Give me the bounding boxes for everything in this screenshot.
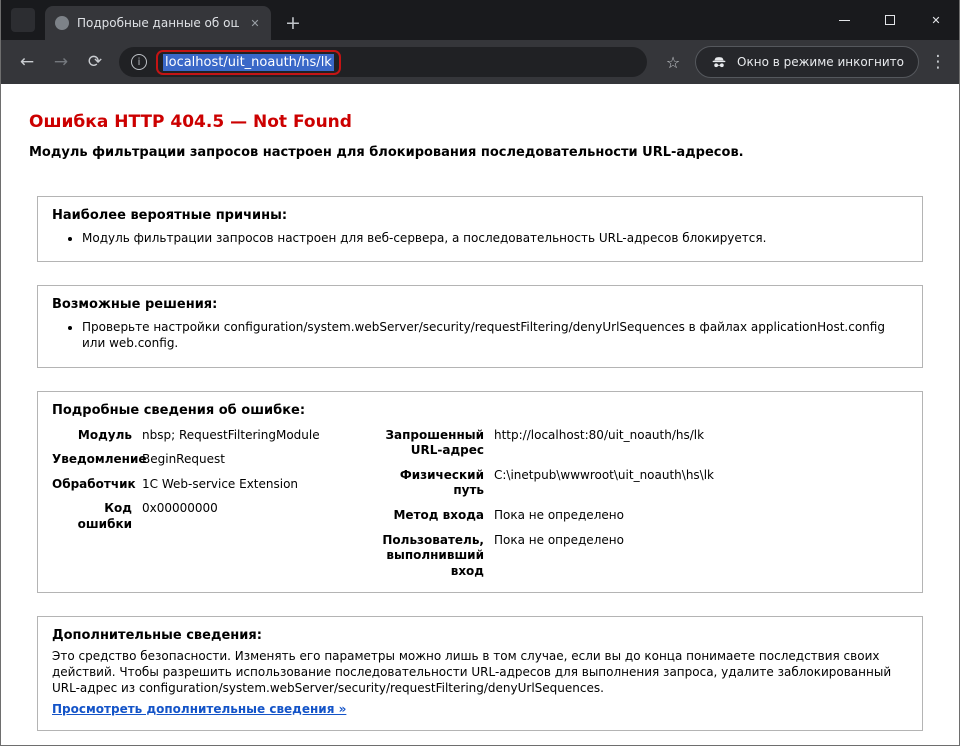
more-info-link[interactable]: Просмотреть дополнительные сведения »: [52, 702, 346, 716]
browser-tab-active[interactable]: Подробные данные об ошиб ✕: [45, 6, 271, 40]
annotation-red-box: localhost/uit_noauth/hs/lk: [156, 50, 341, 75]
detail-value: nbsp; RequestFilteringModule: [142, 428, 352, 444]
solutions-heading: Возможные решения:: [52, 297, 908, 312]
section-error-details: Подробные сведения об ошибке: Модуль nbs…: [37, 391, 923, 594]
detail-value: Пока не определено: [494, 508, 908, 524]
incognito-badge: Окно в режиме инкогнито: [695, 46, 919, 78]
detail-value: http://localhost:80/uit_noauth/hs/lk: [494, 428, 908, 444]
details-heading: Подробные сведения об ошибке:: [52, 403, 908, 418]
browser-window: Подробные данные об ошиб ✕ + ✕ ← → ⟳ i l…: [0, 0, 960, 746]
close-button[interactable]: ✕: [913, 0, 959, 40]
new-tab-button[interactable]: +: [279, 9, 307, 37]
window-controls: ✕: [821, 0, 959, 40]
tab-title: Подробные данные об ошиб: [77, 16, 239, 30]
cause-item: Модуль фильтрации запросов настроен для …: [82, 230, 908, 246]
detail-value: Пока не определено: [494, 533, 908, 549]
url-text[interactable]: localhost/uit_noauth/hs/lk: [163, 54, 334, 71]
details-left-column: Модуль nbsp; RequestFilteringModule Увед…: [52, 428, 352, 580]
more-info-heading: Дополнительные сведения:: [52, 628, 908, 643]
maximize-button[interactable]: [867, 0, 913, 40]
solution-item: Проверьте настройки configuration/system…: [82, 319, 908, 351]
detail-label: Модуль: [52, 428, 132, 444]
minimize-button[interactable]: [821, 0, 867, 40]
detail-label: Метод входа: [376, 508, 484, 524]
page-title: Ошибка HTTP 404.5 — Not Found: [29, 112, 931, 132]
back-icon[interactable]: ←: [11, 46, 43, 78]
page-info-icon[interactable]: i: [131, 54, 147, 70]
detail-label: Физический путь: [376, 468, 484, 499]
detail-value: BeginRequest: [142, 452, 352, 468]
section-causes: Наиболее вероятные причины: Модуль фильт…: [37, 196, 923, 262]
section-more-info: Дополнительные сведения: Это средство бе…: [37, 616, 923, 731]
bookmark-star-icon[interactable]: ☆: [657, 46, 689, 78]
detail-label: Уведомление: [52, 452, 132, 468]
detail-label: Запрошенный URL-адрес: [376, 428, 484, 459]
detail-label: Обработчик: [52, 477, 132, 493]
incognito-label: Окно в режиме инкогнито: [737, 55, 904, 69]
detail-value: C:\inetpub\wwwroot\uit_noauth\hs\lk: [494, 468, 908, 484]
detail-label: Пользователь, выполнивший вход: [376, 533, 484, 580]
address-bar[interactable]: i localhost/uit_noauth/hs/lk: [119, 47, 647, 77]
error-page: Ошибка HTTP 404.5 — Not Found Модуль фил…: [1, 84, 959, 745]
details-grid: Модуль nbsp; RequestFilteringModule Увед…: [52, 428, 908, 580]
more-info-text: Это средство безопасности. Изменять его …: [52, 649, 908, 696]
minimize-icon: [839, 20, 850, 21]
details-right-column: Запрошенный URL-адрес http://localhost:8…: [376, 428, 908, 580]
title-bar: Подробные данные об ошиб ✕ + ✕: [1, 0, 959, 40]
detail-label: Код ошибки: [52, 501, 132, 532]
section-solutions: Возможные решения: Проверьте настройки c…: [37, 285, 923, 367]
detail-value: 0x00000000: [142, 501, 352, 517]
solutions-list: Проверьте настройки configuration/system…: [82, 319, 908, 351]
forward-icon[interactable]: →: [45, 46, 77, 78]
incognito-icon: [710, 53, 728, 71]
causes-heading: Наиболее вероятные причины:: [52, 208, 908, 223]
causes-list: Модуль фильтрации запросов настроен для …: [82, 230, 908, 246]
tab-close-icon[interactable]: ✕: [247, 15, 263, 31]
browser-toolbar: ← → ⟳ i localhost/uit_noauth/hs/lk ☆ Окн…: [1, 40, 959, 84]
detail-value: 1C Web-service Extension: [142, 477, 352, 493]
window-icon: [11, 8, 35, 32]
page-subtitle: Модуль фильтрации запросов настроен для …: [29, 145, 931, 160]
maximize-icon: [885, 15, 895, 25]
tab-favicon-icon: [55, 16, 69, 30]
reload-icon[interactable]: ⟳: [79, 46, 111, 78]
menu-icon[interactable]: ⋮: [925, 46, 951, 78]
